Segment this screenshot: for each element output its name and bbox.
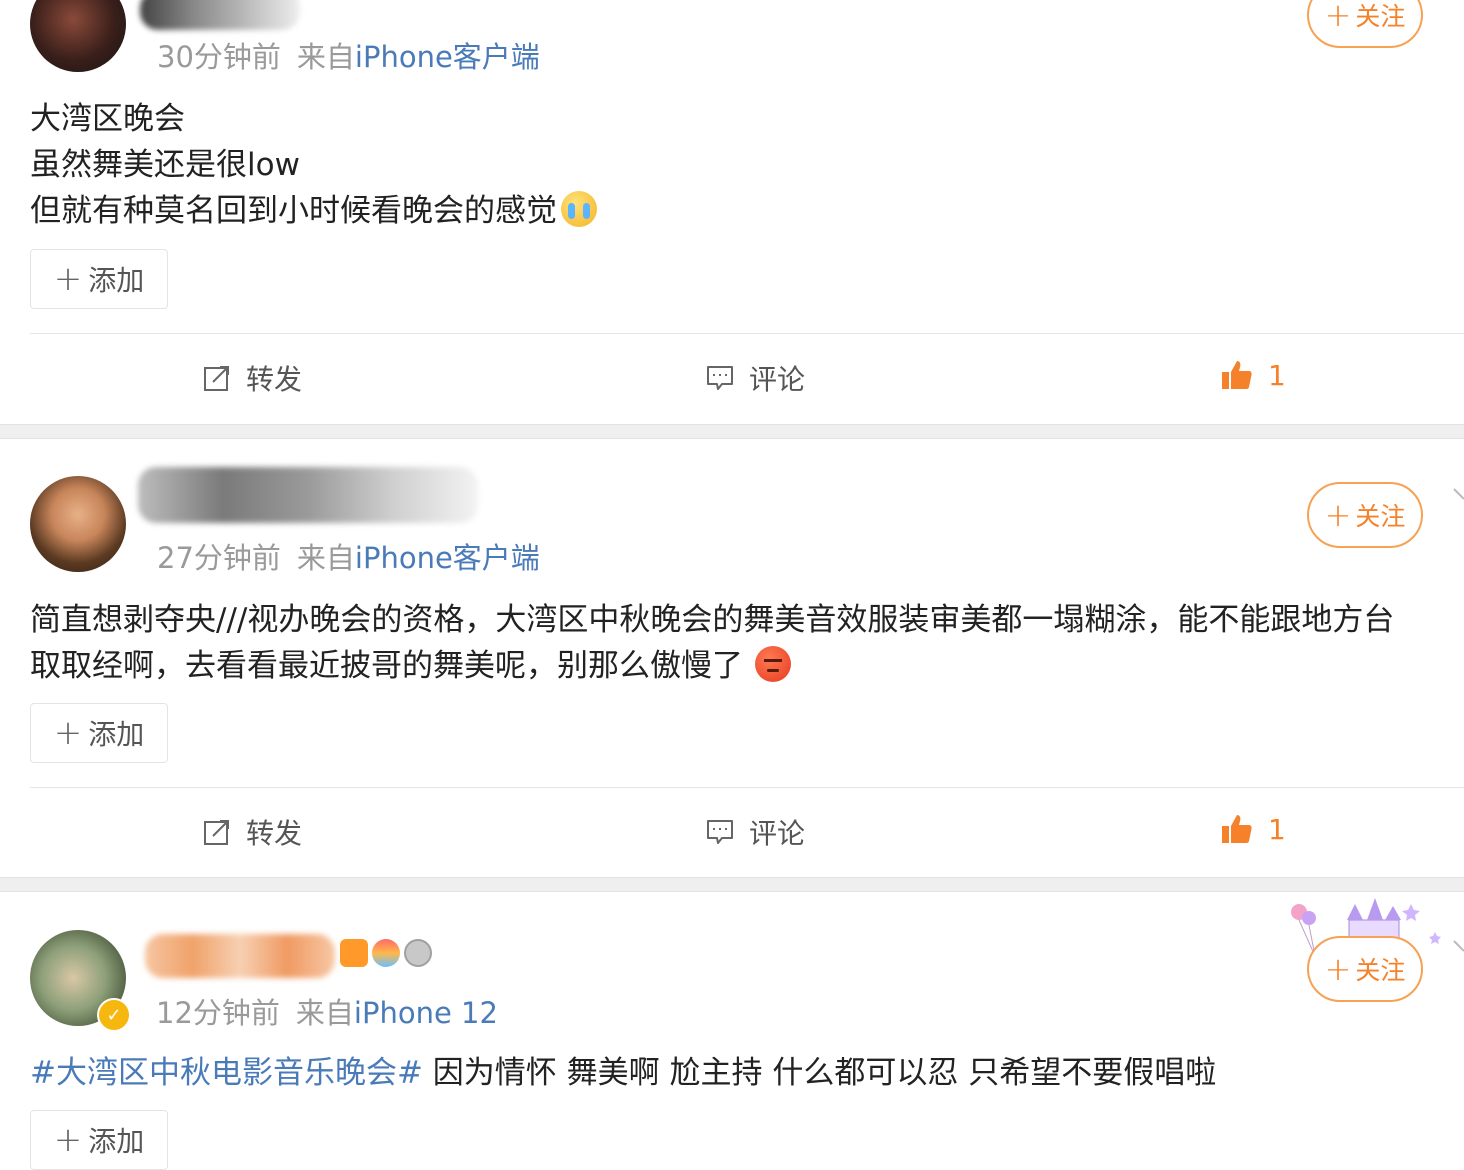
follow-label: 关注	[1355, 956, 1406, 985]
chevron-down-icon[interactable]	[1452, 938, 1464, 952]
badge-row	[340, 939, 432, 967]
comment-icon	[705, 363, 735, 393]
plus-icon: +	[53, 1120, 83, 1160]
follow-button[interactable]: + 关注	[1307, 482, 1423, 548]
repost-icon	[202, 817, 232, 847]
post-from: 来自	[296, 541, 355, 575]
like-button[interactable]: 1	[1220, 358, 1286, 392]
username-redacted	[138, 467, 478, 523]
add-label: 添加	[88, 1125, 145, 1158]
crown-badge-icon	[340, 939, 368, 967]
post-separator	[0, 877, 1464, 892]
content-line: 虽然舞美还是很low	[30, 147, 300, 183]
content-text: 因为情怀 舞美啊 尬主持 什么都可以忍 只希望不要假唱啦	[422, 1055, 1217, 1091]
post-meta: 12分钟前 来自iPhone 12	[156, 990, 498, 1032]
comment-label: 评论	[749, 817, 806, 850]
follow-label: 关注	[1355, 2, 1406, 31]
like-count: 1	[1268, 812, 1286, 846]
post-card: 30分钟前 来自iPhone客户端 + 关注 大湾区晚会 虽然舞美还是很low 但就…	[0, 0, 1464, 424]
add-label: 添加	[88, 264, 145, 297]
plus-icon: +	[1324, 950, 1352, 988]
post-separator	[0, 424, 1464, 439]
repost-button[interactable]: 转发	[202, 812, 302, 852]
username-redacted	[145, 934, 335, 978]
divider	[30, 787, 1464, 788]
post-source[interactable]: iPhone 12	[354, 996, 498, 1030]
post-meta: 30分钟前 来自iPhone客户端	[157, 34, 540, 76]
comment-button[interactable]: 评论	[705, 812, 805, 852]
follow-label: 关注	[1355, 502, 1406, 531]
hashtag-link[interactable]: #大湾区中秋电影音乐晚会#	[30, 1055, 423, 1091]
post-content: #大湾区中秋电影音乐晚会# 因为情怀 舞美啊 尬主持 什么都可以忍 只希望不要假…	[30, 1050, 1216, 1096]
verified-badge: ✓	[97, 998, 131, 1032]
follow-button[interactable]: + 关注	[1307, 936, 1423, 1002]
angry-face-icon	[755, 646, 791, 682]
add-button[interactable]: + 添加	[30, 1110, 168, 1170]
avatar[interactable]	[30, 0, 126, 72]
post-card: ✓ 12分钟前 来自iPhone 12 + 关注 #大湾区中秋电影音乐晚会# 因为情…	[0, 892, 1464, 1170]
follow-button[interactable]: + 关注	[1307, 0, 1423, 48]
post-from: 来自	[296, 40, 355, 74]
add-label: 添加	[88, 718, 145, 751]
repost-icon	[202, 363, 232, 393]
plus-icon: +	[53, 259, 83, 299]
thumbs-up-icon	[1220, 812, 1254, 846]
plus-icon: +	[1324, 496, 1352, 534]
thumbs-up-icon	[1220, 358, 1254, 392]
comment-icon	[705, 817, 735, 847]
crying-face-icon	[561, 191, 597, 227]
plus-icon: +	[1324, 0, 1352, 34]
divider	[30, 333, 1464, 334]
plus-icon: +	[53, 713, 83, 753]
like-count: 1	[1268, 358, 1286, 392]
repost-button[interactable]: 转发	[202, 358, 302, 398]
username-redacted	[140, 0, 300, 30]
post-meta: 27分钟前 来自iPhone客户端	[157, 535, 540, 577]
post-content: 大湾区晚会 虽然舞美还是很low 但就有种莫名回到小时候看晚会的感觉	[30, 96, 597, 234]
chevron-down-icon[interactable]	[1452, 486, 1464, 500]
content-line: 取取经啊，去看看最近披哥的舞美呢，别那么傲慢了	[30, 648, 743, 684]
like-button[interactable]: 1	[1220, 812, 1286, 846]
post-time: 30分钟前	[157, 40, 281, 74]
content-line: 大湾区晚会	[30, 101, 185, 137]
medal-badge-icon	[404, 939, 432, 967]
avatar[interactable]	[30, 476, 126, 572]
repost-label: 转发	[246, 363, 303, 396]
post-from: 来自	[295, 996, 354, 1030]
post-card: 27分钟前 来自iPhone客户端 + 关注 简直想剥夺央///视办晚会的资格，大湾…	[0, 439, 1464, 877]
comment-label: 评论	[749, 363, 806, 396]
post-time: 27分钟前	[157, 541, 281, 575]
comment-button[interactable]: 评论	[705, 358, 805, 398]
add-button[interactable]: + 添加	[30, 703, 168, 763]
add-button[interactable]: + 添加	[30, 249, 168, 309]
content-line: 简直想剥夺央///视办晚会的资格，大湾区中秋晚会的舞美音效服装审美都一塌糊涂，能…	[30, 602, 1395, 638]
balloon-badge-icon	[372, 939, 400, 967]
repost-label: 转发	[246, 817, 303, 850]
content-line-with-emoji: 取取经啊，去看看最近披哥的舞美呢，别那么傲慢了	[30, 643, 1394, 689]
post-source[interactable]: iPhone客户端	[355, 40, 540, 74]
content-line: 但就有种莫名回到小时候看晚会的感觉	[30, 193, 557, 229]
post-content: 简直想剥夺央///视办晚会的资格，大湾区中秋晚会的舞美音效服装审美都一塌糊涂，能…	[30, 597, 1394, 689]
content-line-with-emoji: 但就有种莫名回到小时候看晚会的感觉	[30, 188, 597, 234]
post-source[interactable]: iPhone客户端	[355, 541, 540, 575]
post-time: 12分钟前	[156, 996, 280, 1030]
